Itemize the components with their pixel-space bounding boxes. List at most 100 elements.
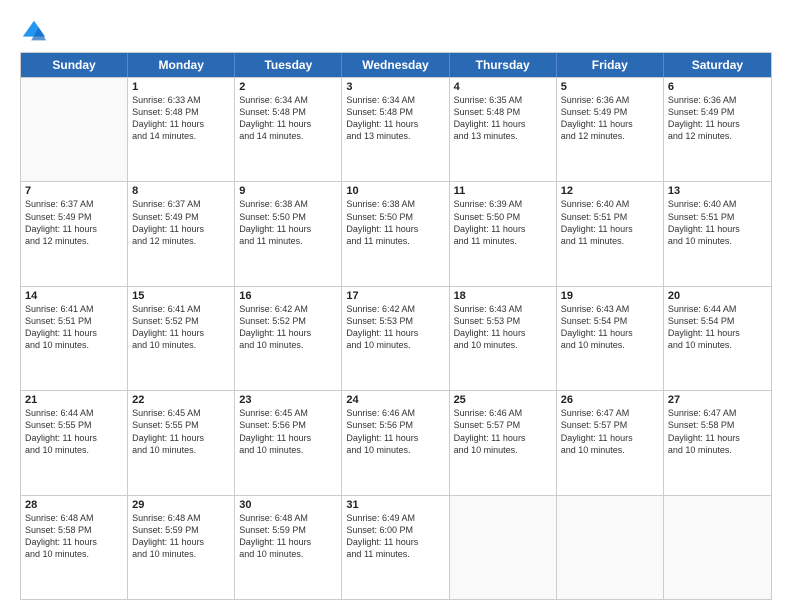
day-number: 30 <box>239 499 337 511</box>
header-thursday: Thursday <box>450 53 557 77</box>
header-tuesday: Tuesday <box>235 53 342 77</box>
header-sunday: Sunday <box>21 53 128 77</box>
day-cell-14: 14Sunrise: 6:41 AM Sunset: 5:51 PM Dayli… <box>21 287 128 390</box>
day-cell-29: 29Sunrise: 6:48 AM Sunset: 5:59 PM Dayli… <box>128 496 235 599</box>
day-info: Sunrise: 6:33 AM Sunset: 5:48 PM Dayligh… <box>132 94 230 143</box>
day-number: 13 <box>668 185 767 197</box>
day-cell-9: 9Sunrise: 6:38 AM Sunset: 5:50 PM Daylig… <box>235 182 342 285</box>
day-info: Sunrise: 6:34 AM Sunset: 5:48 PM Dayligh… <box>346 94 444 143</box>
empty-cell-4-5 <box>557 496 664 599</box>
week-row-0: 1Sunrise: 6:33 AM Sunset: 5:48 PM Daylig… <box>21 77 771 181</box>
day-cell-7: 7Sunrise: 6:37 AM Sunset: 5:49 PM Daylig… <box>21 182 128 285</box>
day-info: Sunrise: 6:40 AM Sunset: 5:51 PM Dayligh… <box>668 198 767 247</box>
day-info: Sunrise: 6:42 AM Sunset: 5:53 PM Dayligh… <box>346 303 444 352</box>
day-cell-1: 1Sunrise: 6:33 AM Sunset: 5:48 PM Daylig… <box>128 78 235 181</box>
day-info: Sunrise: 6:38 AM Sunset: 5:50 PM Dayligh… <box>346 198 444 247</box>
day-info: Sunrise: 6:48 AM Sunset: 5:59 PM Dayligh… <box>132 512 230 561</box>
day-cell-8: 8Sunrise: 6:37 AM Sunset: 5:49 PM Daylig… <box>128 182 235 285</box>
logo-icon <box>20 18 48 46</box>
day-info: Sunrise: 6:48 AM Sunset: 5:58 PM Dayligh… <box>25 512 123 561</box>
day-number: 19 <box>561 290 659 302</box>
day-info: Sunrise: 6:35 AM Sunset: 5:48 PM Dayligh… <box>454 94 552 143</box>
day-info: Sunrise: 6:45 AM Sunset: 5:55 PM Dayligh… <box>132 407 230 456</box>
day-info: Sunrise: 6:36 AM Sunset: 5:49 PM Dayligh… <box>668 94 767 143</box>
day-info: Sunrise: 6:43 AM Sunset: 5:54 PM Dayligh… <box>561 303 659 352</box>
day-number: 9 <box>239 185 337 197</box>
day-number: 3 <box>346 81 444 93</box>
day-cell-17: 17Sunrise: 6:42 AM Sunset: 5:53 PM Dayli… <box>342 287 449 390</box>
day-cell-28: 28Sunrise: 6:48 AM Sunset: 5:58 PM Dayli… <box>21 496 128 599</box>
day-cell-2: 2Sunrise: 6:34 AM Sunset: 5:48 PM Daylig… <box>235 78 342 181</box>
day-number: 20 <box>668 290 767 302</box>
header-friday: Friday <box>557 53 664 77</box>
day-cell-24: 24Sunrise: 6:46 AM Sunset: 5:56 PM Dayli… <box>342 391 449 494</box>
day-number: 12 <box>561 185 659 197</box>
day-info: Sunrise: 6:46 AM Sunset: 5:56 PM Dayligh… <box>346 407 444 456</box>
day-cell-12: 12Sunrise: 6:40 AM Sunset: 5:51 PM Dayli… <box>557 182 664 285</box>
day-number: 27 <box>668 394 767 406</box>
day-cell-23: 23Sunrise: 6:45 AM Sunset: 5:56 PM Dayli… <box>235 391 342 494</box>
day-cell-16: 16Sunrise: 6:42 AM Sunset: 5:52 PM Dayli… <box>235 287 342 390</box>
day-number: 1 <box>132 81 230 93</box>
logo <box>20 18 52 46</box>
day-info: Sunrise: 6:40 AM Sunset: 5:51 PM Dayligh… <box>561 198 659 247</box>
day-info: Sunrise: 6:46 AM Sunset: 5:57 PM Dayligh… <box>454 407 552 456</box>
day-cell-6: 6Sunrise: 6:36 AM Sunset: 5:49 PM Daylig… <box>664 78 771 181</box>
day-number: 11 <box>454 185 552 197</box>
day-info: Sunrise: 6:41 AM Sunset: 5:51 PM Dayligh… <box>25 303 123 352</box>
day-number: 16 <box>239 290 337 302</box>
calendar-header: SundayMondayTuesdayWednesdayThursdayFrid… <box>21 53 771 77</box>
day-cell-13: 13Sunrise: 6:40 AM Sunset: 5:51 PM Dayli… <box>664 182 771 285</box>
day-cell-5: 5Sunrise: 6:36 AM Sunset: 5:49 PM Daylig… <box>557 78 664 181</box>
day-info: Sunrise: 6:47 AM Sunset: 5:58 PM Dayligh… <box>668 407 767 456</box>
header-wednesday: Wednesday <box>342 53 449 77</box>
day-number: 22 <box>132 394 230 406</box>
day-cell-27: 27Sunrise: 6:47 AM Sunset: 5:58 PM Dayli… <box>664 391 771 494</box>
day-number: 26 <box>561 394 659 406</box>
day-cell-10: 10Sunrise: 6:38 AM Sunset: 5:50 PM Dayli… <box>342 182 449 285</box>
day-info: Sunrise: 6:43 AM Sunset: 5:53 PM Dayligh… <box>454 303 552 352</box>
day-cell-21: 21Sunrise: 6:44 AM Sunset: 5:55 PM Dayli… <box>21 391 128 494</box>
day-info: Sunrise: 6:48 AM Sunset: 5:59 PM Dayligh… <box>239 512 337 561</box>
day-info: Sunrise: 6:41 AM Sunset: 5:52 PM Dayligh… <box>132 303 230 352</box>
day-number: 4 <box>454 81 552 93</box>
day-cell-30: 30Sunrise: 6:48 AM Sunset: 5:59 PM Dayli… <box>235 496 342 599</box>
empty-cell-4-4 <box>450 496 557 599</box>
header-saturday: Saturday <box>664 53 771 77</box>
day-number: 14 <box>25 290 123 302</box>
day-number: 18 <box>454 290 552 302</box>
day-cell-4: 4Sunrise: 6:35 AM Sunset: 5:48 PM Daylig… <box>450 78 557 181</box>
day-number: 21 <box>25 394 123 406</box>
day-info: Sunrise: 6:49 AM Sunset: 6:00 PM Dayligh… <box>346 512 444 561</box>
day-cell-25: 25Sunrise: 6:46 AM Sunset: 5:57 PM Dayli… <box>450 391 557 494</box>
day-cell-31: 31Sunrise: 6:49 AM Sunset: 6:00 PM Dayli… <box>342 496 449 599</box>
day-number: 8 <box>132 185 230 197</box>
day-number: 6 <box>668 81 767 93</box>
empty-cell-0-0 <box>21 78 128 181</box>
day-info: Sunrise: 6:36 AM Sunset: 5:49 PM Dayligh… <box>561 94 659 143</box>
day-number: 15 <box>132 290 230 302</box>
day-number: 31 <box>346 499 444 511</box>
day-info: Sunrise: 6:44 AM Sunset: 5:55 PM Dayligh… <box>25 407 123 456</box>
day-number: 5 <box>561 81 659 93</box>
day-cell-22: 22Sunrise: 6:45 AM Sunset: 5:55 PM Dayli… <box>128 391 235 494</box>
header <box>20 18 772 46</box>
day-cell-11: 11Sunrise: 6:39 AM Sunset: 5:50 PM Dayli… <box>450 182 557 285</box>
day-number: 10 <box>346 185 444 197</box>
day-info: Sunrise: 6:37 AM Sunset: 5:49 PM Dayligh… <box>25 198 123 247</box>
day-number: 2 <box>239 81 337 93</box>
day-info: Sunrise: 6:47 AM Sunset: 5:57 PM Dayligh… <box>561 407 659 456</box>
day-info: Sunrise: 6:45 AM Sunset: 5:56 PM Dayligh… <box>239 407 337 456</box>
day-info: Sunrise: 6:42 AM Sunset: 5:52 PM Dayligh… <box>239 303 337 352</box>
day-info: Sunrise: 6:34 AM Sunset: 5:48 PM Dayligh… <box>239 94 337 143</box>
day-cell-19: 19Sunrise: 6:43 AM Sunset: 5:54 PM Dayli… <box>557 287 664 390</box>
day-cell-26: 26Sunrise: 6:47 AM Sunset: 5:57 PM Dayli… <box>557 391 664 494</box>
day-number: 29 <box>132 499 230 511</box>
week-row-1: 7Sunrise: 6:37 AM Sunset: 5:49 PM Daylig… <box>21 181 771 285</box>
header-monday: Monday <box>128 53 235 77</box>
calendar: SundayMondayTuesdayWednesdayThursdayFrid… <box>20 52 772 600</box>
day-info: Sunrise: 6:38 AM Sunset: 5:50 PM Dayligh… <box>239 198 337 247</box>
week-row-2: 14Sunrise: 6:41 AM Sunset: 5:51 PM Dayli… <box>21 286 771 390</box>
day-cell-18: 18Sunrise: 6:43 AM Sunset: 5:53 PM Dayli… <box>450 287 557 390</box>
day-number: 25 <box>454 394 552 406</box>
